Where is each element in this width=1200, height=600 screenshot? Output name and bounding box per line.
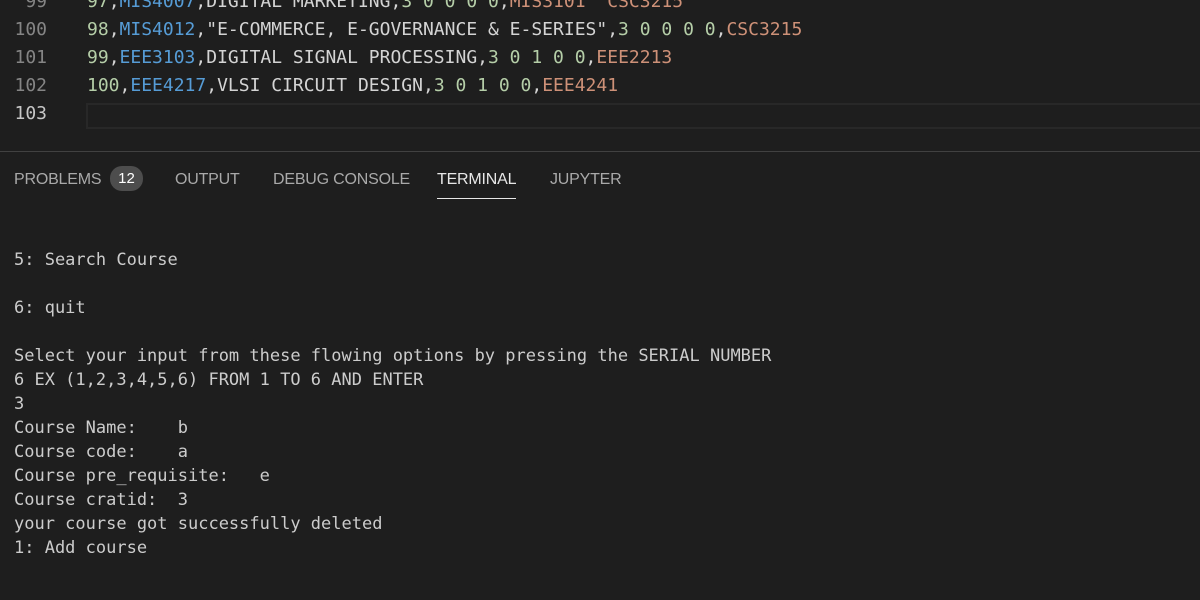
line-code: 98,MIS4012,"E-COMMERCE, E-GOVERNANCE & E… [87,16,802,44]
code-editor[interactable]: 99 97,MIS4007,DIGITAL MARKETING,3 0 0 0 0… [0,0,1200,150]
terminal-line: Select your input from these flowing opt… [14,346,772,366]
line-code: 100,EEE4217,VLSI CIRCUIT DESIGN,3 0 1 0 … [87,72,618,100]
line-number: 100 [14,19,47,40]
code-token: , [119,75,131,96]
code-token: , [195,0,207,12]
code-token: 97 [87,0,109,12]
panel-tabs: PROBLEMS OUTPUT DEBUG CONSOLE TERMINAL J… [0,152,1200,202]
code-token: 3 0 1 0 0 [488,47,586,68]
code-token: 3 0 0 0 0 [618,19,716,40]
tab-debug-console[interactable]: DEBUG CONSOLE [273,166,410,194]
line-number: 103 [14,103,47,124]
code-token: , [108,47,120,68]
code-token: EEE4241 [542,75,619,96]
terminal-output[interactable]: 5: Search Course 6: quit Select your input… [14,208,1194,600]
problems-count-badge: 12 [110,166,143,191]
tab-problems[interactable]: PROBLEMS [14,166,102,194]
bottom-panel: PROBLEMS OUTPUT DEBUG CONSOLE TERMINAL J… [0,152,1200,558]
line-number: 101 [14,47,47,68]
code-token: EEE2213 [596,47,673,68]
code-line[interactable]: 99 97,MIS4007,DIGITAL MARKETING,3 0 0 0 0… [0,0,1200,16]
line-number: 102 [14,75,47,96]
code-token: 99 [87,47,109,68]
code-token: , [206,75,218,96]
code-token: EEE4217 [130,75,207,96]
code-token: , [108,19,120,40]
terminal-line: Course code: a [14,442,188,462]
active-tab-indicator [437,198,517,199]
code-token: , [108,0,120,12]
code-token: DIGITAL SIGNAL PROCESSING, [206,47,488,68]
terminal-line: 6: quit [14,298,86,318]
code-token: , [715,19,727,40]
terminal-lines: 5: Search Course 6: quit Select your input… [14,248,1194,560]
code-line[interactable]: 101 99,EEE3103,DIGITAL SIGNAL PROCESSING,… [0,44,1200,72]
code-token: MIS4007 [119,0,196,12]
code-token: 3 0 0 0 0 [401,0,499,12]
terminal-line: your course got successfully deleted [14,514,383,534]
code-token: EEE3103 [119,47,196,68]
code-token: 3 0 1 0 0 [433,75,532,96]
code-token: , [195,47,207,68]
code-line[interactable]: 103 [0,100,1200,128]
code-token: DIGITAL MARKETING, [206,0,402,12]
tab-output[interactable]: OUTPUT [175,166,240,194]
code-token: MIS4012 [119,19,196,40]
code-token: 98 [87,19,109,40]
code-token: , [195,19,207,40]
terminal-line: 3 [14,394,25,414]
terminal-line: Course Name: b [14,418,188,438]
terminal-line: Course cratid: 3 [14,490,188,510]
terminal-line: 1: Add course [14,538,148,558]
code-token: CSC3215 [726,19,803,40]
code-token: 100 [87,75,120,96]
terminal-line: Course pre_requisite: e [14,466,270,486]
code-token: , [498,0,510,12]
terminal-line: 6 EX (1,2,3,4,5,6) FROM 1 TO 6 AND ENTER [14,370,424,390]
tab-jupyter[interactable]: JUPYTER [550,166,622,194]
terminal-line: 5: Search Course [14,250,178,270]
code-token: MIS3101 CSC3215 [509,0,684,12]
code-line[interactable]: 100 98,MIS4012,"E-COMMERCE, E-GOVERNANCE … [0,16,1200,44]
line-code: 97,MIS4007,DIGITAL MARKETING,3 0 0 0 0,M… [87,0,683,16]
code-token: , [585,47,597,68]
line-number: 99 [25,0,47,12]
code-token: VLSI CIRCUIT DESIGN, [217,75,434,96]
line-code: 99,EEE3103,DIGITAL SIGNAL PROCESSING,3 0… [87,44,672,72]
tab-terminal-label: TERMINAL [437,171,517,188]
code-token: , [531,75,543,96]
tab-terminal[interactable]: TERMINAL [437,166,517,199]
code-line[interactable]: 102 100,EEE4217,VLSI CIRCUIT DESIGN,3 0 1… [0,72,1200,100]
code-token: "E-COMMERCE, E-GOVERNANCE & E-SERIES", [206,19,619,40]
